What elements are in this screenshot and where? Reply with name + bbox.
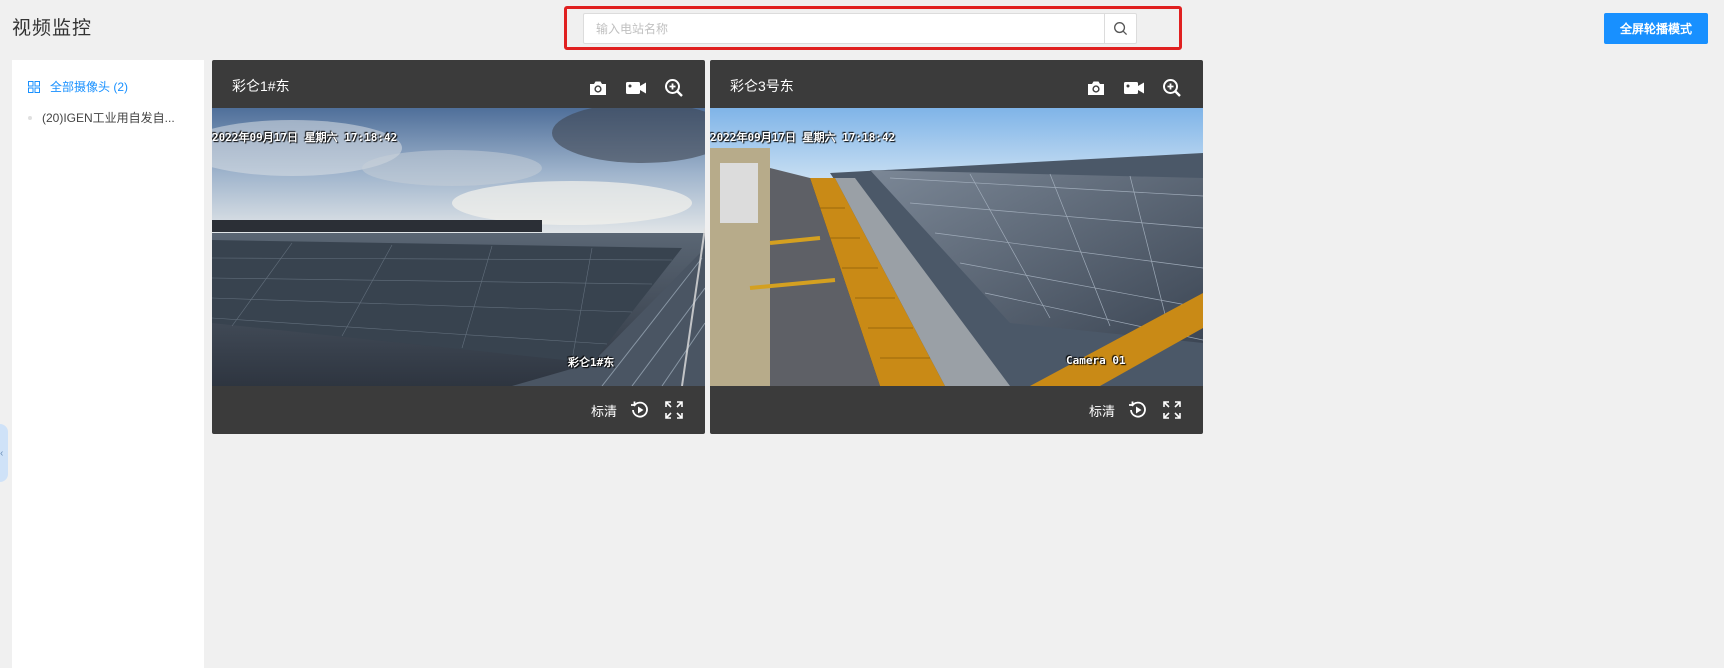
tree-item-station[interactable]: (20)IGEN工业用自发自... — [28, 109, 175, 126]
playback-icon — [631, 401, 648, 418]
zoom-in-button[interactable] — [663, 77, 685, 99]
quality-selector[interactable]: 标清 — [1089, 401, 1115, 420]
fullscreen-button[interactable] — [663, 399, 685, 421]
video-name-overlay: 彩仑1#东 — [568, 356, 615, 369]
camera-icon — [1088, 81, 1104, 95]
playback-icon — [1129, 401, 1146, 418]
zoom-in-icon — [1163, 79, 1181, 97]
tree-root-all-cameras[interactable]: 全部摄像头 (2) — [28, 78, 128, 95]
fullscreen-icon — [665, 401, 683, 419]
snapshot-button[interactable] — [587, 77, 609, 99]
fullscreen-carousel-button[interactable]: 全屏轮播模式 — [1604, 13, 1708, 44]
playback-button[interactable] — [629, 399, 651, 421]
search-button[interactable] — [1104, 14, 1136, 43]
camera-video-feed[interactable]: 2022年09月17日 星期六 17:18:42 Camera 01 — [710, 108, 1203, 386]
camera-card-footer: 标清 — [212, 386, 705, 434]
camera-card: 彩仑3号东 2022年09月17日 星期六 17:18:42 Camera 01… — [710, 60, 1203, 434]
search-input[interactable] — [584, 14, 1104, 43]
video-timestamp-overlay: 2022年09月17日 星期六 17:18:42 — [710, 131, 896, 144]
camera-tree-sidebar: 全部摄像头 (2) (20)IGEN工业用自发自... — [12, 60, 204, 668]
camera-video-feed[interactable]: 2022年09月17日 星期六 17:18:42 彩仑1#东 — [212, 108, 705, 386]
camera-title: 彩仑3号东 — [730, 78, 794, 94]
camera-icon — [590, 81, 606, 95]
fullscreen-icon — [1163, 401, 1181, 419]
page-title: 视频监控 — [12, 18, 93, 39]
chevron-left-icon: ‹ — [0, 447, 4, 459]
camera-toolbar — [1085, 77, 1183, 99]
tree-root-label: 全部摄像头 (2) — [50, 80, 129, 94]
video-name-overlay: Camera 01 — [1066, 354, 1126, 367]
camera-card: 彩仑1#东 2022年09月17日 星期六 17:18:42 彩仑1#东 标清 — [212, 60, 705, 434]
tree-item-label: (20)IGEN工业用自发自... — [42, 111, 175, 125]
video-timestamp-overlay: 2022年09月17日 星期六 17:18:42 — [212, 131, 398, 144]
snapshot-button[interactable] — [1085, 77, 1107, 99]
playback-button[interactable] — [1127, 399, 1149, 421]
search-box — [583, 13, 1137, 44]
quality-selector[interactable]: 标清 — [591, 401, 617, 420]
camera-toolbar — [587, 77, 685, 99]
camera-card-header: 彩仑1#东 — [212, 60, 705, 108]
fullscreen-button[interactable] — [1161, 399, 1183, 421]
search-icon — [1114, 22, 1128, 36]
zoom-in-icon — [665, 79, 683, 97]
sidebar-collapse-handle[interactable]: ‹ — [0, 424, 8, 482]
video-record-icon — [626, 82, 646, 94]
tree-item-dot — [28, 115, 32, 120]
camera-card-header: 彩仑3号东 — [710, 60, 1203, 108]
record-button[interactable] — [625, 77, 647, 99]
grid-icon — [28, 80, 40, 93]
camera-card-footer: 标清 — [710, 386, 1203, 434]
camera-title: 彩仑1#东 — [232, 78, 290, 94]
video-record-icon — [1124, 82, 1144, 94]
zoom-in-button[interactable] — [1161, 77, 1183, 99]
record-button[interactable] — [1123, 77, 1145, 99]
